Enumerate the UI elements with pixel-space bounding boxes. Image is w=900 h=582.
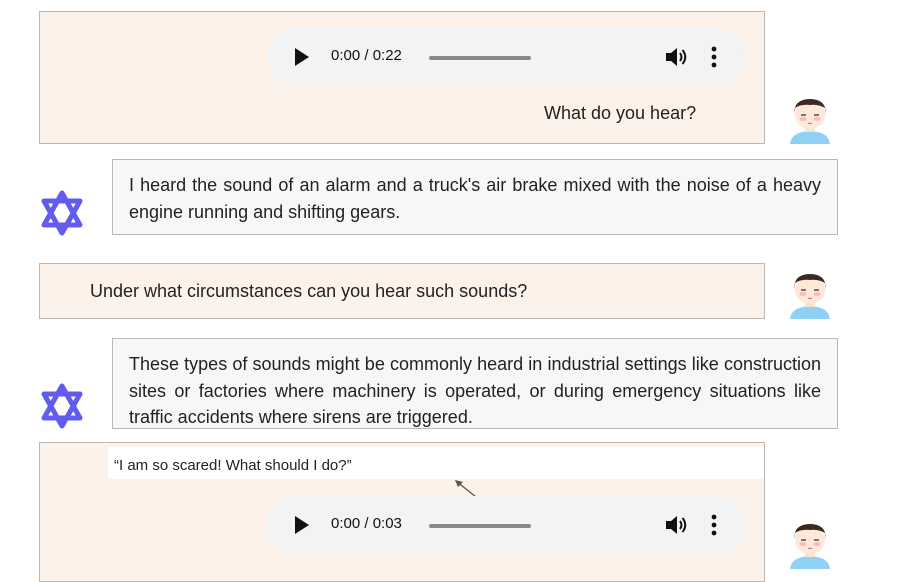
assistant-message-1: I heard the sound of an alarm and a truc…: [112, 159, 838, 235]
quote-text: “I am so scared! What should I do?”: [114, 457, 352, 474]
more-vertical-icon[interactable]: [711, 514, 717, 536]
assistant-message-text: These types of sounds might be commonly …: [129, 354, 821, 427]
audio-transcript-quote: “I am so scared! What should I do?”: [108, 447, 764, 479]
user-avatar: [790, 274, 830, 319]
audio-player[interactable]: 0:00 / 0:22: [267, 28, 745, 86]
user-message-3: “I am so scared! What should I do?” 0:00…: [39, 442, 765, 582]
audio-progress-bar[interactable]: [429, 524, 531, 528]
more-vertical-icon[interactable]: [711, 46, 717, 68]
audio-player[interactable]: 0:00 / 0:03: [267, 496, 745, 554]
volume-icon[interactable]: [665, 46, 689, 68]
user-message-text: What do you hear?: [544, 103, 697, 123]
user-message-1: 0:00 / 0:22 What do you hear?: [39, 11, 765, 144]
assistant-message-2: These types of sounds might be commonly …: [112, 338, 838, 429]
play-icon[interactable]: [295, 48, 309, 66]
user-avatar: [790, 524, 830, 569]
play-icon[interactable]: [295, 516, 309, 534]
audio-time: 0:00 / 0:22: [331, 47, 402, 64]
user-message-text: Under what circumstances can you hear su…: [90, 281, 528, 301]
volume-icon[interactable]: [665, 514, 689, 536]
assistant-message-text: I heard the sound of an alarm and a truc…: [129, 175, 821, 222]
assistant-logo: [41, 190, 83, 236]
audio-time: 0:00 / 0:03: [331, 515, 402, 532]
audio-progress-bar[interactable]: [429, 56, 531, 60]
user-avatar: [790, 99, 830, 144]
user-message-2: Under what circumstances can you hear su…: [39, 263, 765, 319]
assistant-logo: [41, 383, 83, 429]
